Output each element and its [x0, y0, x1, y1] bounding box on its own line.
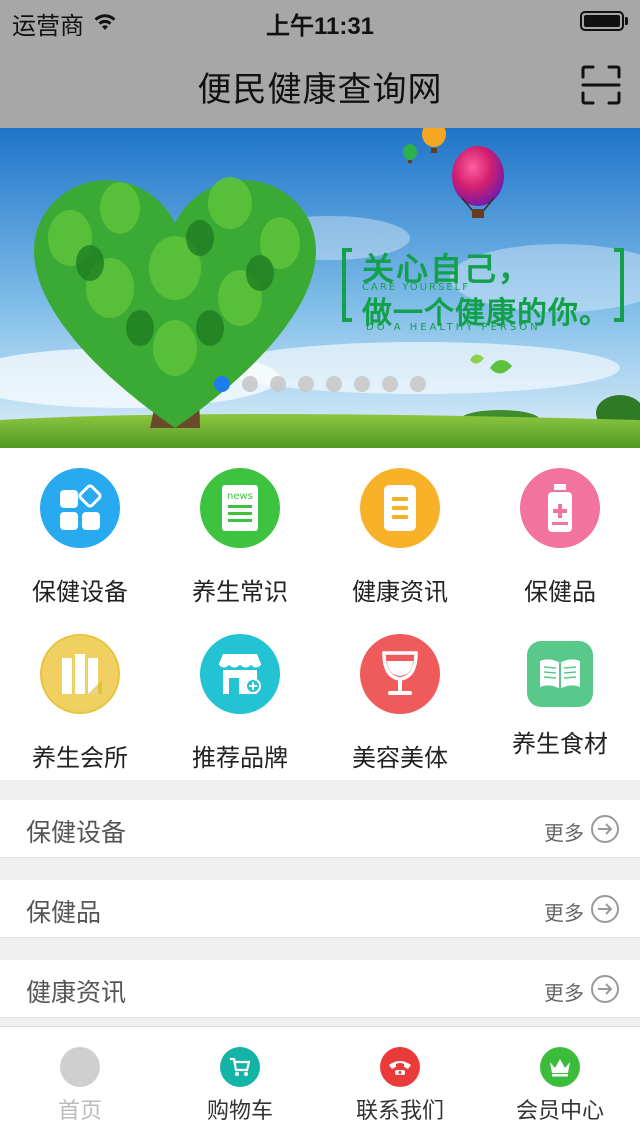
page-title: 便民健康查询网 — [197, 70, 443, 110]
section-health-equipment: 保健设备 更多 — [0, 800, 640, 858]
tab-bar: 首页 购物车 联系我们 会员中心 — [0, 1026, 640, 1136]
shop-icon — [200, 634, 280, 714]
tab-member[interactable]: 会员中心 — [480, 1027, 640, 1136]
arrow-right-circle-icon — [590, 814, 620, 849]
more-link[interactable]: 更多 — [544, 974, 620, 1009]
tab-label: 联系我们 — [355, 1099, 444, 1124]
more-label: 更多 — [544, 821, 584, 845]
grid-icon — [40, 468, 120, 548]
category-recommended-brands[interactable]: 推荐品牌 — [160, 614, 320, 780]
bottle-icon — [520, 468, 600, 548]
carousel-dot[interactable] — [298, 376, 314, 392]
category-label: 健康资讯 — [352, 578, 448, 606]
more-link[interactable]: 更多 — [544, 894, 620, 929]
svg-text:news: news — [227, 491, 253, 502]
carousel-dot[interactable] — [354, 376, 370, 392]
arrow-right-circle-icon — [590, 974, 620, 1009]
tab-label: 首页 — [57, 1099, 102, 1124]
carousel-dot[interactable] — [242, 376, 258, 392]
hero-banner[interactable]: 关心自己， CARE YOURSELF 做一个健康的你。 DO A HEALTH… — [0, 128, 640, 448]
section-health-news: 健康资讯 更多 — [0, 960, 640, 1018]
more-label: 更多 — [544, 901, 584, 925]
category-wellness-ingredients[interactable]: 养生食材 — [480, 614, 640, 780]
tab-cart[interactable]: 购物车 — [160, 1027, 320, 1136]
carousel-dot[interactable] — [410, 376, 426, 392]
section-health-products: 保健品 更多 — [0, 880, 640, 938]
document-icon — [360, 468, 440, 548]
arrow-right-circle-icon — [590, 894, 620, 929]
more-link[interactable]: 更多 — [544, 814, 620, 849]
phone-icon — [380, 1047, 420, 1087]
category-label: 美容美体 — [352, 744, 448, 772]
clock: 上午11:31 — [265, 13, 375, 40]
wine-glass-icon — [360, 634, 440, 714]
category-label: 养生会所 — [32, 744, 128, 772]
more-label: 更多 — [544, 981, 584, 1005]
carousel-dot[interactable] — [214, 376, 230, 392]
home-icon — [60, 1047, 100, 1087]
tab-label: 会员中心 — [515, 1099, 604, 1124]
tab-contact[interactable]: 联系我们 — [320, 1027, 480, 1136]
category-label: 养生常识 — [192, 578, 288, 606]
battery-icon — [580, 11, 628, 31]
category-health-equipment[interactable]: 保健设备 — [0, 448, 160, 614]
carousel-dots — [214, 376, 426, 392]
status-bar: 运营商 上午11:31 — [0, 0, 640, 40]
tab-home[interactable]: 首页 — [0, 1027, 160, 1136]
category-label: 保健设备 — [32, 578, 128, 606]
carousel-dot[interactable] — [270, 376, 286, 392]
scan-icon[interactable] — [580, 64, 622, 106]
carousel-dot[interactable] — [382, 376, 398, 392]
category-label: 养生食材 — [512, 730, 608, 758]
building-icon — [40, 634, 120, 714]
category-grid: 保健设备 news 养生常识 健康资讯 保健品 养生会所 推荐品牌 美容美体 养… — [0, 448, 640, 780]
category-health-products[interactable]: 保健品 — [480, 448, 640, 614]
tab-label: 购物车 — [206, 1099, 273, 1124]
section-title: 保健品 — [26, 898, 102, 927]
category-label: 推荐品牌 — [192, 744, 288, 772]
nav-bar: 便民健康查询网 — [0, 40, 640, 128]
section-title: 保健设备 — [26, 818, 127, 847]
app-screen: 运营商 上午11:31 便民健康查询网 关心自己， CARE YOURSELF … — [0, 0, 640, 1136]
category-wellness-club[interactable]: 养生会所 — [0, 614, 160, 780]
cart-icon — [220, 1047, 260, 1087]
crown-icon — [540, 1047, 580, 1087]
news-icon: news — [200, 468, 280, 548]
carousel-dot[interactable] — [326, 376, 342, 392]
category-health-knowledge[interactable]: news 养生常识 — [160, 448, 320, 614]
banner-sub-en-bottom: DO A HEALTHY PERSON — [366, 322, 541, 333]
section-title: 健康资讯 — [26, 978, 127, 1007]
category-health-news[interactable]: 健康资讯 — [320, 448, 480, 614]
category-label: 保健品 — [524, 578, 596, 606]
book-icon — [527, 641, 593, 707]
category-beauty[interactable]: 美容美体 — [320, 614, 480, 780]
